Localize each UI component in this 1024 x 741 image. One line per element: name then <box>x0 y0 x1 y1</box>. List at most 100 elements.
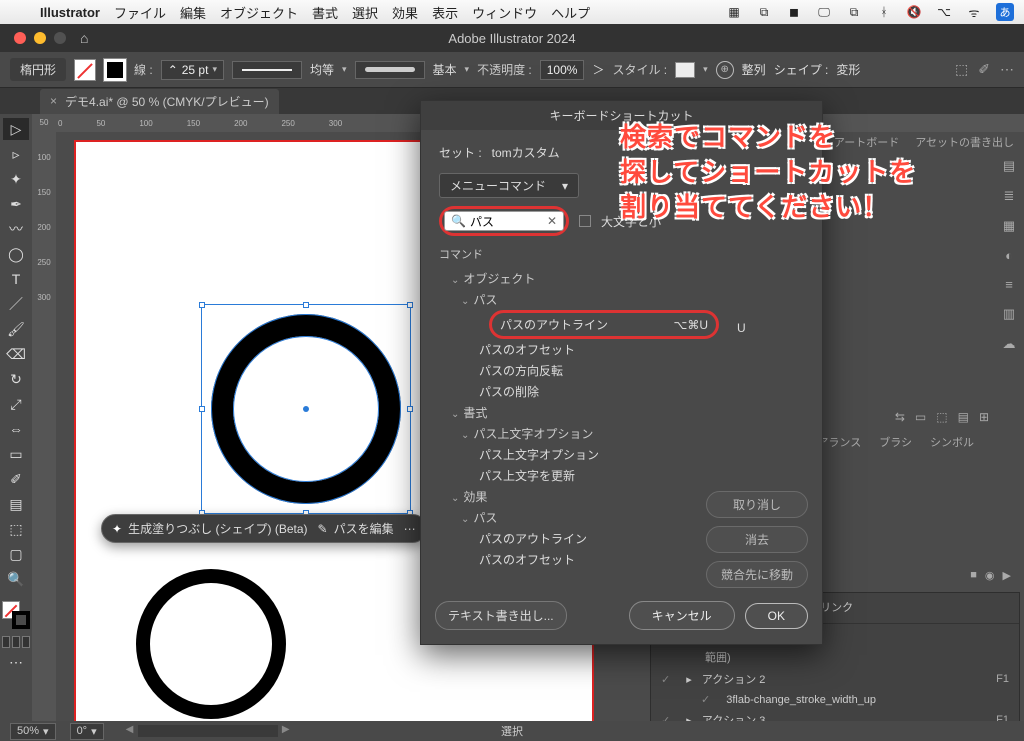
properties-panel-icon[interactable]: ▤ <box>1003 158 1015 174</box>
stroke-profile-dropdown[interactable] <box>232 61 302 79</box>
more-icon[interactable]: ⋯ <box>1000 61 1014 78</box>
line-tool-icon[interactable]: ／ <box>3 293 29 315</box>
shape-link[interactable]: シェイプ : <box>774 61 829 78</box>
panel-icon[interactable]: ⬚ <box>936 410 947 424</box>
close-window-button[interactable] <box>14 32 26 44</box>
panel-icon[interactable]: ▤ <box>958 410 969 424</box>
curvature-tool-icon[interactable]: 〰 <box>3 218 29 240</box>
rotate-tool-icon[interactable]: ↻ <box>3 368 29 390</box>
document-tab[interactable]: × デモ4.ai* @ 50 % (CMYK/プレビュー) <box>40 89 279 114</box>
gradient-panel-icon[interactable]: ▥ <box>1003 306 1015 322</box>
menu-view[interactable]: 表示 <box>432 3 458 22</box>
zoom-tool-icon[interactable]: 🔍 <box>3 568 29 590</box>
app-name[interactable]: Illustrator <box>40 5 100 20</box>
menu-object[interactable]: オブジェクト <box>220 3 298 22</box>
clear-search-icon[interactable]: ✕ <box>547 214 557 228</box>
opacity-input[interactable]: 100% <box>540 60 585 80</box>
scope-dropdown[interactable]: メニューコマンド▾ <box>439 173 579 198</box>
record-icon[interactable]: ◉ <box>985 569 995 582</box>
draw-mode-buttons[interactable] <box>2 636 30 648</box>
menu-effect[interactable]: 効果 <box>392 3 418 22</box>
ellipse-object-2[interactable] <box>136 569 286 719</box>
play-icon[interactable]: ▶ <box>1003 569 1011 582</box>
export-text-button[interactable]: テキスト書き出し... <box>435 601 567 630</box>
menu-file[interactable]: ファイル <box>114 3 166 22</box>
home-icon[interactable]: ⌂ <box>80 30 88 46</box>
menu-help[interactable]: ヘルプ <box>551 3 590 22</box>
free-transform-tool-icon[interactable]: ▭ <box>3 443 29 465</box>
cmd-type-path-update[interactable]: パス上文字を更新 <box>439 465 804 486</box>
menu-window[interactable]: ウィンドウ <box>472 3 537 22</box>
style-swatch[interactable] <box>675 62 695 78</box>
ok-button[interactable]: OK <box>745 603 808 629</box>
gradient-tool-icon[interactable]: ▤ <box>3 493 29 515</box>
width-tool-icon[interactable]: ⇔ <box>3 418 29 440</box>
cmd-reverse-path[interactable]: パスの方向反転 <box>439 360 804 381</box>
paintbrush-tool-icon[interactable]: 🖌 <box>3 318 29 340</box>
horizontal-scrollbar[interactable] <box>138 725 278 737</box>
menu-select[interactable]: 選択 <box>352 3 378 22</box>
match-case-checkbox[interactable] <box>579 215 591 227</box>
menu-type[interactable]: 書式 <box>312 3 338 22</box>
action-row[interactable]: 3flab-change_stroke_width_up <box>651 690 1019 709</box>
tab-links[interactable]: リンク <box>820 599 853 617</box>
tab-brushes[interactable]: ブラシ <box>879 434 912 450</box>
selection-tool-icon[interactable]: ▷ <box>3 118 29 140</box>
menu-edit[interactable]: 編集 <box>180 3 206 22</box>
display-icon[interactable]: 🖵 <box>816 4 832 20</box>
magic-wand-tool-icon[interactable]: ✦ <box>3 168 29 190</box>
cmd-type-path-options[interactable]: パス上文字オプション <box>439 444 804 465</box>
panel-icon[interactable]: ▭ <box>915 410 926 424</box>
edit-toolbar-icon[interactable]: ⋯ <box>3 651 29 673</box>
fill-stroke-indicator[interactable] <box>2 601 30 629</box>
ime-indicator[interactable]: あ <box>996 3 1014 21</box>
close-tab-icon[interactable]: × <box>50 94 57 108</box>
tree-node-type-on-path[interactable]: パス上文字オプション <box>439 423 804 444</box>
screens-icon[interactable]: ⧉ <box>846 4 862 20</box>
eyedropper-tool-icon[interactable]: ✐ <box>3 468 29 490</box>
stroke-swatch[interactable] <box>104 59 126 81</box>
edit-icon[interactable]: ✐ <box>978 61 990 78</box>
swatches-panel-icon[interactable]: ▦ <box>1003 218 1015 234</box>
tree-node-type[interactable]: 書式 <box>439 402 804 423</box>
mute-icon[interactable]: 🔇 <box>906 4 922 20</box>
goto-conflict-button[interactable]: 競合先に移動 <box>706 561 808 588</box>
search-input[interactable]: 🔍 ✕ <box>444 211 564 231</box>
tree-node-object[interactable]: オブジェクト <box>439 268 804 289</box>
transform-link[interactable]: 変形 <box>836 61 860 78</box>
cc-libraries-panel-icon[interactable]: ☁ <box>1003 336 1016 352</box>
type-tool-icon[interactable]: T <box>3 268 29 290</box>
shortcut-value[interactable]: ⌥⌘U <box>674 318 709 332</box>
clear-button[interactable]: 消去 <box>706 526 808 553</box>
dropbox-icon[interactable]: ⧉ <box>756 4 772 20</box>
action-row[interactable]: ▸アクション 2F1 <box>651 668 1019 690</box>
isolate-icon[interactable]: ⬚ <box>955 61 968 78</box>
layers-panel-icon[interactable]: ≣ <box>1004 188 1015 204</box>
tree-node-path[interactable]: パス <box>439 289 804 310</box>
generative-fill-button[interactable]: ✦生成塗りつぶし (シェイプ) (Beta) <box>112 520 308 537</box>
stroke-weight-input[interactable]: ⌃ 25 pt ▾ <box>161 60 224 80</box>
edit-path-button[interactable]: ✎パスを編集 <box>318 520 394 537</box>
apple-icon[interactable] <box>10 4 26 20</box>
rotation-dropdown[interactable]: 0°▾ <box>70 723 104 740</box>
wifi-icon[interactable]: ᯤ <box>966 4 982 20</box>
ellipse-tool-icon[interactable]: ◯ <box>3 243 29 265</box>
direct-selection-tool-icon[interactable]: ▹ <box>3 143 29 165</box>
bluetooth-icon[interactable]: ᚼ <box>876 4 892 20</box>
stop-icon[interactable]: ■ <box>970 569 977 582</box>
action-row[interactable]: ▸アクション 3F1 <box>651 709 1019 721</box>
panel-icon[interactable]: ⇆ <box>895 410 905 424</box>
eraser-tool-icon[interactable]: ⌫ <box>3 343 29 365</box>
set-value[interactable]: tomカスタム <box>492 144 560 161</box>
fullscreen-window-button[interactable] <box>54 32 66 44</box>
pen-tool-icon[interactable]: ✒ <box>3 193 29 215</box>
cmd-offset-path[interactable]: パスのオフセット <box>439 339 804 360</box>
menubar-icon[interactable]: ▦ <box>726 4 742 20</box>
blend-tool-icon[interactable]: ⬚ <box>3 518 29 540</box>
tab-asset-export[interactable]: アセットの書き出し <box>915 134 1014 150</box>
tab-symbols[interactable]: シンボル <box>930 434 974 450</box>
search-field[interactable] <box>470 214 540 228</box>
artboard-tool-icon[interactable]: ▢ <box>3 543 29 565</box>
line-icon[interactable]: ◼ <box>786 4 802 20</box>
zoom-dropdown[interactable]: 50%▾ <box>10 723 56 740</box>
